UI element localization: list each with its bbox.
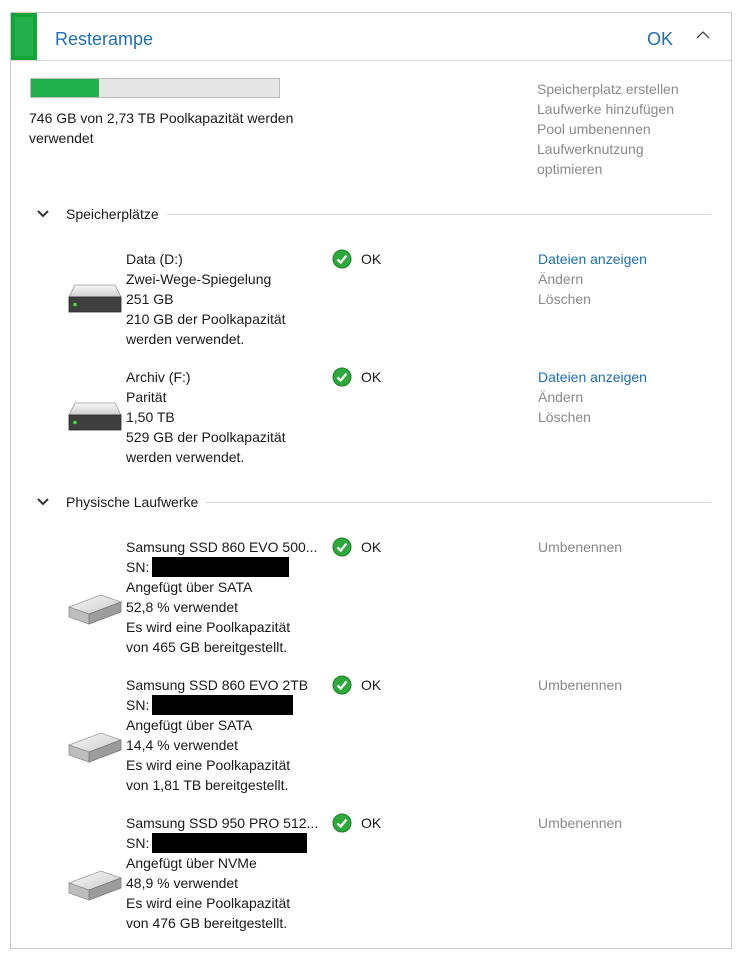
chevron-down-icon[interactable] — [35, 206, 51, 222]
serial-number: SN: — [126, 695, 326, 715]
storage-space-details: Data (D:) Zwei-Wege-Spiegelung 251 GB 21… — [126, 249, 326, 349]
space-resiliency: Parität — [126, 389, 167, 405]
pool-usage-bar — [30, 78, 280, 98]
serial-number: SN: — [126, 557, 326, 577]
drive-details: Samsung SSD 950 PRO 512... SN: Angefügt … — [126, 813, 326, 933]
space-name: Data (D:) — [126, 251, 183, 267]
serial-number: SN: — [126, 833, 326, 853]
drive-capacity-line2: von 465 GB bereitgestellt. — [126, 639, 288, 655]
status-stripe — [11, 13, 37, 60]
rename-link[interactable]: Umbenennen — [538, 813, 708, 833]
drive-connection: Angefügt über NVMe — [126, 855, 257, 871]
drive-capacity-line1: Es wird eine Poolkapazität — [126, 895, 291, 911]
rename-link[interactable]: Umbenennen — [538, 675, 708, 695]
status-label: OK — [361, 815, 382, 831]
space-used-line2: werden verwendet. — [126, 331, 245, 347]
space-size: 1,50 TB — [126, 409, 175, 425]
check-circle-icon — [332, 813, 352, 833]
section-storage-spaces[interactable]: Speicherplätze — [35, 204, 711, 224]
rename-link[interactable]: Umbenennen — [538, 537, 708, 557]
space-size: 251 GB — [126, 291, 174, 307]
redacted-serial — [152, 833, 308, 853]
rename-pool-link[interactable]: Pool umbenennen — [537, 119, 707, 139]
check-circle-icon — [332, 367, 352, 387]
drive-details: Samsung SSD 860 EVO 500... SN: Angefügt … — [126, 537, 326, 657]
section-label: Speicherplätze — [66, 204, 167, 224]
drive-actions: Umbenennen — [538, 813, 708, 833]
status-label: OK — [361, 539, 382, 555]
drive-capacity-line1: Es wird eine Poolkapazität — [126, 619, 291, 635]
add-drives-link[interactable]: Laufwerke hinzufügen — [537, 99, 707, 119]
status-label: OK — [361, 251, 382, 267]
optimize-usage-link[interactable]: Laufwerknutzung optimieren — [537, 139, 707, 179]
space-used-line1: 529 GB der Poolkapazität — [126, 429, 286, 445]
section-physical-drives[interactable]: Physische Laufwerke — [35, 492, 711, 512]
redacted-serial — [152, 557, 290, 577]
pool-usage-fill — [31, 79, 99, 97]
chevron-up-icon[interactable] — [695, 27, 711, 43]
check-circle-icon — [332, 537, 352, 557]
ssd-icon — [67, 732, 123, 763]
storage-space-details: Archiv (F:) Parität 1,50 TB 529 GB der P… — [126, 367, 326, 467]
drive-capacity-line1: Es wird eine Poolkapazität — [126, 757, 291, 773]
pool-header[interactable]: Resterampe OK — [11, 13, 731, 61]
drive-name: Samsung SSD 860 EVO 500... — [126, 539, 318, 555]
pool-status: OK — [647, 29, 674, 49]
drive-connection: Angefügt über SATA — [126, 717, 253, 733]
drive-used: 52,8 % verwendet — [126, 599, 239, 615]
redacted-serial — [152, 695, 294, 715]
ssd-icon — [67, 594, 123, 625]
drive-name: Samsung SSD 860 EVO 2TB — [126, 677, 309, 693]
drive-used: 48,9 % verwendet — [126, 875, 239, 891]
storage-pool-panel: Resterampe OK 746 GB von 2,73 TB Poolkap… — [10, 12, 732, 949]
space-actions: Dateien anzeigen Ändern Löschen — [538, 249, 708, 309]
space-resiliency: Zwei-Wege-Spiegelung — [126, 271, 272, 287]
view-files-link[interactable]: Dateien anzeigen — [538, 249, 708, 269]
drive-capacity-line2: von 476 GB bereitgestellt. — [126, 915, 288, 931]
change-link[interactable]: Ändern — [538, 269, 708, 289]
serial-label: SN: — [126, 559, 150, 575]
drive-details: Samsung SSD 860 EVO 2TB SN: Angefügt übe… — [126, 675, 326, 795]
delete-link[interactable]: Löschen — [538, 407, 708, 427]
space-actions: Dateien anzeigen Ändern Löschen — [538, 367, 708, 427]
delete-link[interactable]: Löschen — [538, 289, 708, 309]
drive-used: 14,4 % verwendet — [126, 737, 239, 753]
section-label: Physische Laufwerke — [66, 492, 207, 512]
serial-label: SN: — [126, 697, 150, 713]
chevron-down-icon[interactable] — [35, 494, 51, 510]
status-label: OK — [361, 369, 382, 385]
drive-actions: Umbenennen — [538, 675, 708, 695]
pool-title: Resterampe — [55, 29, 154, 49]
pool-actions: Speicherplatz erstellen Laufwerke hinzuf… — [537, 79, 707, 179]
check-circle-icon — [332, 675, 352, 695]
create-space-link[interactable]: Speicherplatz erstellen — [537, 79, 707, 99]
hard-drive-icon — [68, 402, 122, 431]
drive-name: Samsung SSD 950 PRO 512... — [126, 815, 319, 831]
space-used-line2: werden verwendet. — [126, 449, 245, 465]
drive-capacity-line2: von 1,81 TB bereitgestellt. — [126, 777, 289, 793]
change-link[interactable]: Ändern — [538, 387, 708, 407]
ssd-icon — [67, 870, 123, 901]
drive-connection: Angefügt über SATA — [126, 579, 253, 595]
space-used-line1: 210 GB der Poolkapazität — [126, 311, 286, 327]
hard-drive-icon — [68, 284, 122, 313]
view-files-link[interactable]: Dateien anzeigen — [538, 367, 708, 387]
status-label: OK — [361, 677, 382, 693]
serial-label: SN: — [126, 835, 150, 851]
drive-actions: Umbenennen — [538, 537, 708, 557]
check-circle-icon — [332, 249, 352, 269]
pool-usage-text: 746 GB von 2,73 TB Poolkapazität werden … — [29, 110, 294, 146]
space-name: Archiv (F:) — [126, 369, 191, 385]
